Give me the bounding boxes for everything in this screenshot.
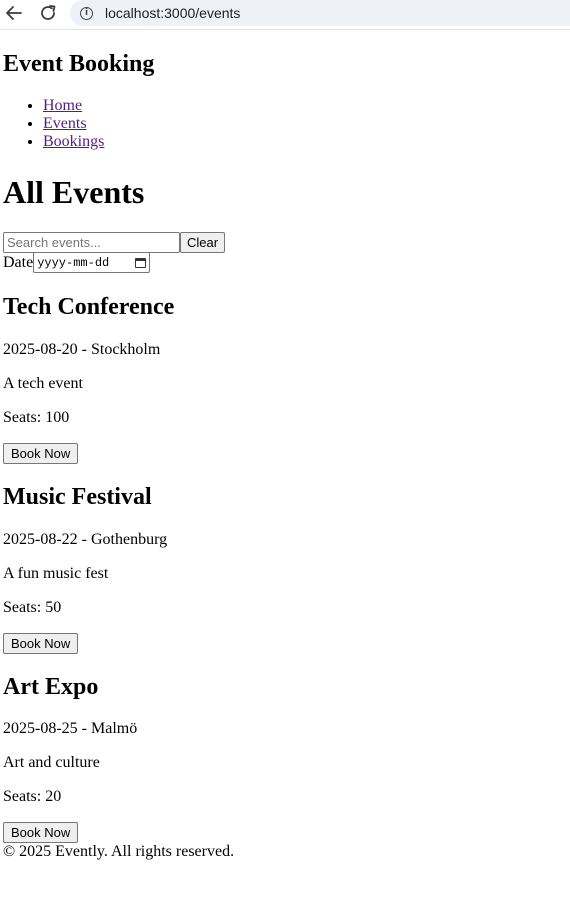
event-title: Music Festival xyxy=(3,484,152,510)
event-date-location: 2025-08-25 - Malmö xyxy=(3,720,138,737)
browser-toolbar: i localhost:3000/events xyxy=(0,0,570,30)
event-seats: Seats: 50 xyxy=(3,599,62,616)
nav-item-events: Events xyxy=(43,115,104,133)
book-now-button[interactable]: Book Now xyxy=(3,443,79,464)
event-title: Art Expo xyxy=(3,674,99,700)
event-date-location: 2025-08-22 - Gothenburg xyxy=(3,531,168,548)
date-label: Date xyxy=(3,253,34,271)
event-description: A fun music fest xyxy=(3,565,109,582)
nav-link-home[interactable]: Home xyxy=(43,97,82,114)
nav-item-bookings: Bookings xyxy=(43,133,104,151)
event-description: Art and culture xyxy=(3,754,100,771)
event-card: Tech Conference 2025-08-20 - Stockholm A… xyxy=(3,293,563,464)
address-bar[interactable]: i localhost:3000/events xyxy=(70,0,570,26)
nav-item-home: Home xyxy=(43,97,104,115)
site-title: Event Booking xyxy=(3,51,155,77)
event-card: Music Festival 2025-08-22 - Gothenburg A… xyxy=(3,483,563,654)
book-now-button[interactable]: Book Now xyxy=(3,633,79,654)
search-row: Clear xyxy=(3,232,226,253)
reload-button[interactable] xyxy=(34,0,62,26)
search-input[interactable] xyxy=(3,232,180,253)
event-description: A tech event xyxy=(3,375,83,392)
back-button[interactable] xyxy=(0,0,28,26)
book-now-button[interactable]: Book Now xyxy=(3,822,79,843)
url-text[interactable]: localhost:3000/events xyxy=(105,5,240,21)
main-nav: Home Events Bookings xyxy=(3,97,104,151)
event-seats: Seats: 20 xyxy=(3,788,62,805)
info-icon[interactable]: i xyxy=(80,6,93,20)
nav-link-events[interactable]: Events xyxy=(43,115,87,132)
date-placeholder: yyyy-mm-dd xyxy=(37,255,110,270)
event-date-location: 2025-08-20 - Stockholm xyxy=(3,341,161,358)
date-filter: Date yyyy-mm-dd xyxy=(3,252,151,273)
event-seats: Seats: 100 xyxy=(3,409,70,426)
calendar-icon[interactable] xyxy=(135,257,147,268)
page-title: All Events xyxy=(3,174,145,210)
date-input[interactable]: yyyy-mm-dd xyxy=(33,252,151,273)
event-title: Tech Conference xyxy=(3,294,175,320)
arrow-left-icon xyxy=(6,6,22,20)
footer-text: © 2025 Evently. All rights reserved. xyxy=(3,843,235,860)
clear-button[interactable]: Clear xyxy=(180,232,226,253)
reload-icon xyxy=(41,5,56,20)
nav-link-bookings[interactable]: Bookings xyxy=(43,133,104,150)
event-card: Art Expo 2025-08-25 - Malmö Art and cult… xyxy=(3,673,563,843)
